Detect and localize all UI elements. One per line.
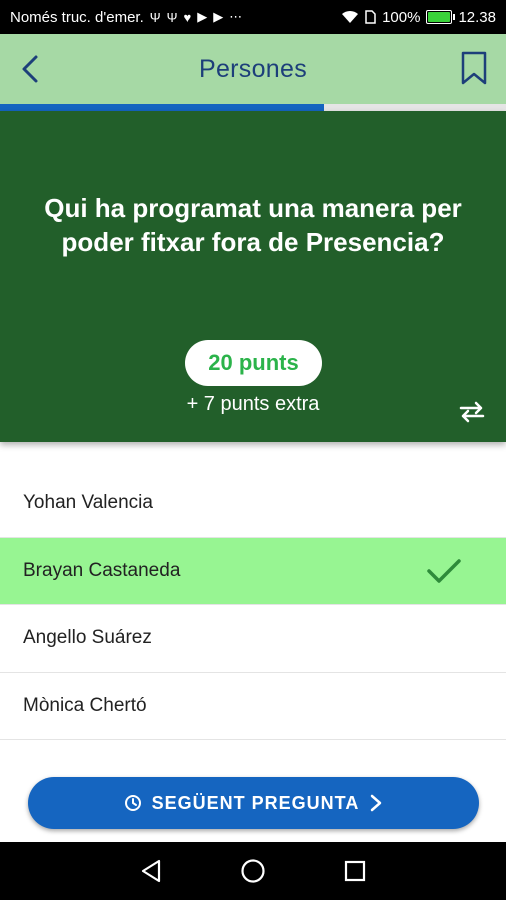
extra-points-text: + 7 punts extra	[186, 393, 320, 415]
answer-option-correct[interactable]: Brayan Castaneda	[0, 537, 506, 605]
page-title: Persones	[198, 54, 307, 83]
sim-icon	[365, 10, 376, 24]
answer-label: Mònica Chertó	[23, 694, 147, 716]
answer-label: Brayan Castaneda	[23, 559, 181, 581]
progress-fill	[0, 104, 324, 111]
more-icon: ⋯	[229, 9, 243, 24]
status-bar: Només truc. d'emer. Ψ Ψ ♥ ▶ ▶ ⋯ 100% 12.…	[0, 0, 506, 34]
chevron-left-icon	[22, 55, 38, 83]
play-store-icon: ▶	[213, 9, 224, 24]
battery-percent: 100%	[382, 8, 421, 26]
answer-option[interactable]: Mònica Chertó	[0, 672, 506, 740]
square-recents-icon	[344, 860, 366, 882]
back-button[interactable]	[10, 49, 50, 89]
nav-recents-button[interactable]	[335, 851, 375, 891]
next-question-label: SEGÜENT PREGUNTA	[151, 792, 360, 813]
swap-button[interactable]	[458, 400, 486, 424]
heart-icon: ♥	[183, 9, 192, 25]
bookmark-button[interactable]	[456, 48, 492, 88]
usb-icon: Ψ	[166, 9, 178, 25]
check-icon	[427, 559, 461, 583]
app-header: Persones	[0, 34, 506, 104]
answer-label: Yohan Valencia	[23, 492, 153, 514]
circle-home-icon	[241, 859, 265, 883]
next-question-button[interactable]: SEGÜENT PREGUNTA	[28, 777, 479, 829]
answer-label: Angello Suárez	[23, 627, 152, 649]
nav-home-button[interactable]	[233, 851, 273, 891]
nav-back-button[interactable]	[131, 851, 171, 891]
triangle-back-icon	[141, 859, 161, 883]
wifi-icon	[342, 10, 359, 23]
system-nav-bar	[0, 842, 506, 900]
clock-time: 12.38	[458, 8, 496, 26]
answer-option[interactable]: Angello Suárez	[0, 605, 506, 673]
carrier-text: Només truc. d'emer.	[10, 8, 144, 26]
usb-icon: Ψ	[149, 9, 161, 25]
bookmark-icon	[461, 51, 487, 85]
swap-icon	[459, 401, 485, 423]
answer-option[interactable]: Yohan Valencia	[0, 470, 506, 538]
battery-icon	[426, 10, 456, 24]
question-card: Qui ha programat una manera per poder fi…	[0, 111, 506, 442]
answer-list: Yohan Valencia Brayan Castaneda Angello …	[0, 470, 506, 740]
points-label: 20 punts	[208, 350, 299, 375]
points-badge: 20 punts	[185, 340, 322, 386]
play-store-icon: ▶	[197, 9, 208, 24]
chevron-right-icon	[371, 794, 382, 812]
status-right: 100% 12.38	[341, 9, 496, 26]
question-text: Qui ha programat una manera per poder fi…	[44, 193, 462, 257]
progress-bar	[0, 104, 506, 111]
status-left: Només truc. d'emer. Ψ Ψ ♥ ▶ ▶ ⋯	[10, 9, 341, 26]
clock-icon	[124, 795, 141, 811]
